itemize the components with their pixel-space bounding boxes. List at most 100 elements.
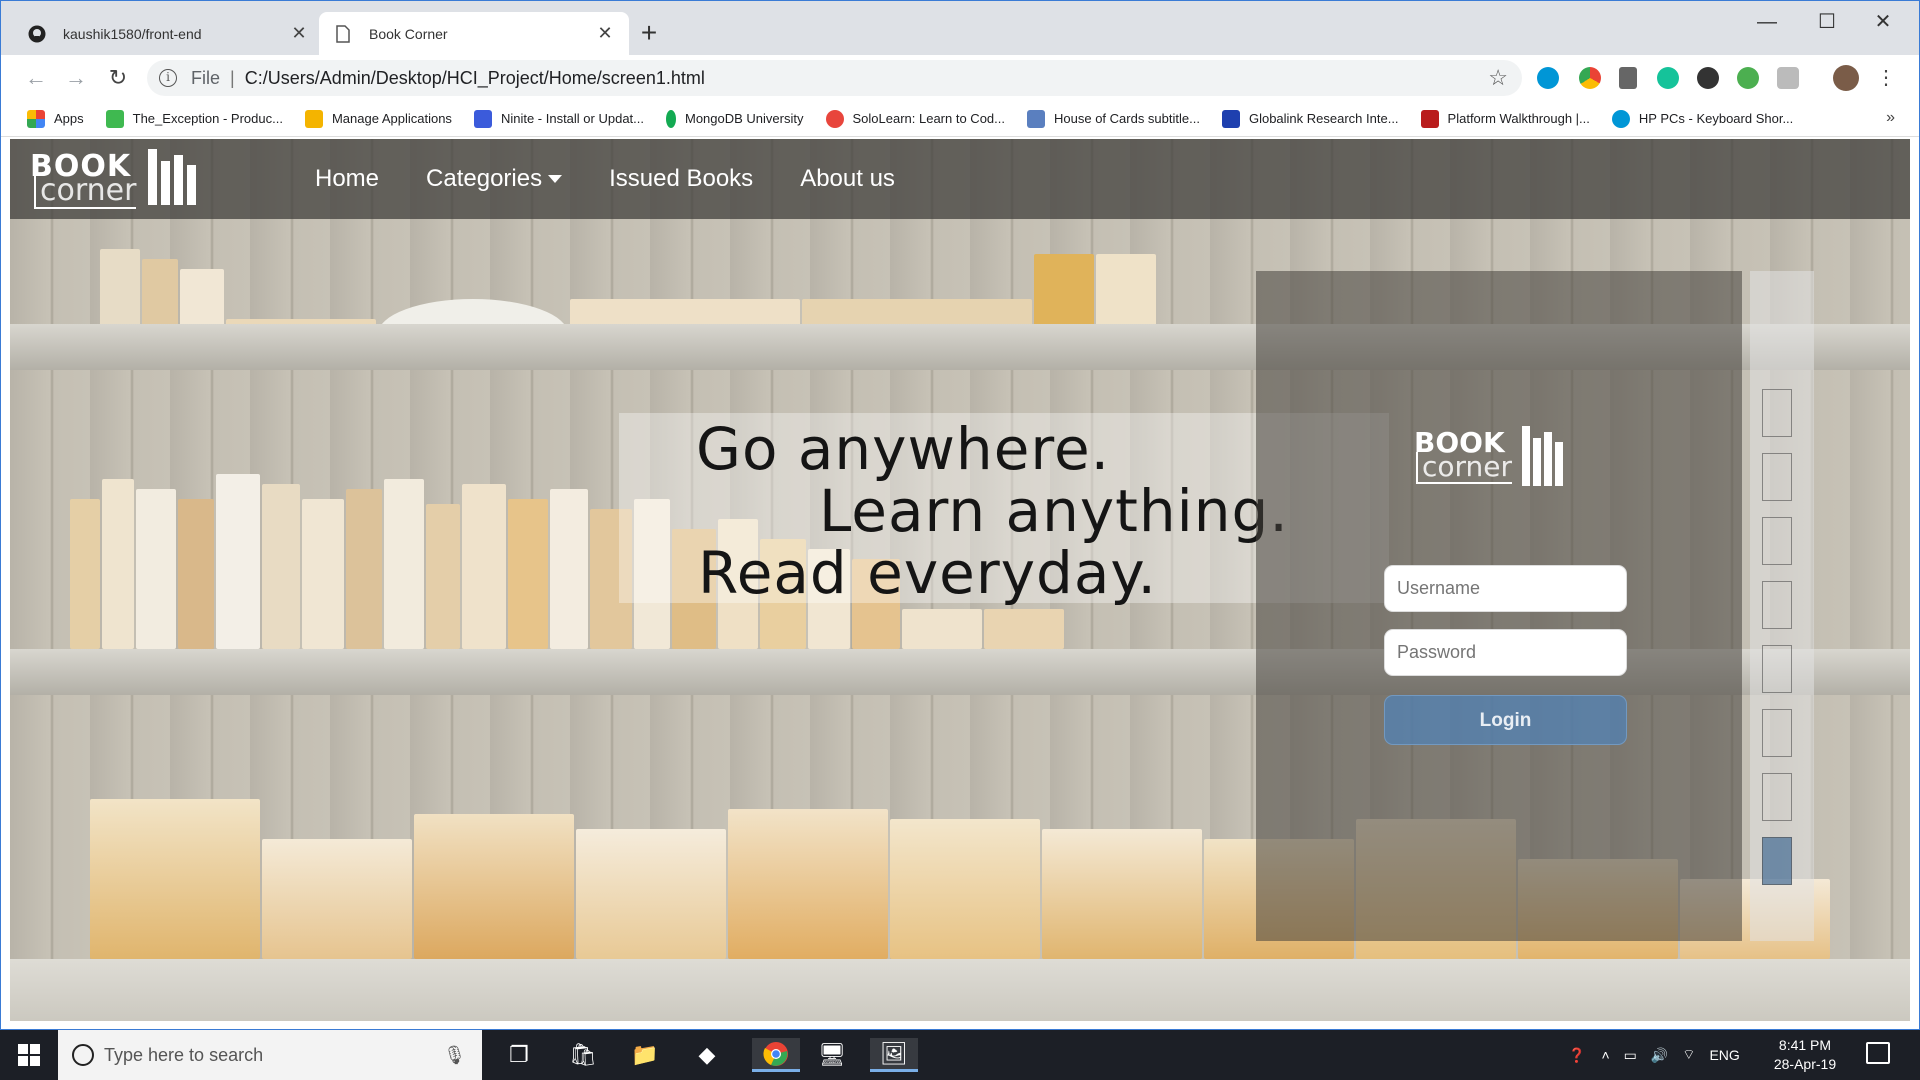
eyedropper-extension-icon[interactable] (1619, 67, 1637, 89)
maximize-button[interactable]: ☐ (1807, 7, 1847, 37)
store-icon[interactable]: 🛍 (566, 1038, 600, 1072)
bookmark-label: SoloLearn: Learn to Cod... (852, 111, 1006, 126)
chrome-extension-icon[interactable] (1579, 67, 1601, 89)
thumbnail-cell[interactable] (1762, 453, 1792, 501)
chrome-taskbar-icon[interactable] (752, 1038, 800, 1072)
dropbox-icon[interactable]: ◆ (690, 1038, 724, 1072)
back-arrow-icon[interactable]: ← (21, 63, 51, 93)
reload-icon[interactable]: ↻ (103, 63, 133, 93)
clock[interactable]: 8:41 PM 28-Apr-19 (1760, 1036, 1850, 1074)
shelf-bottom (10, 959, 1910, 1021)
tagline-line3: Read everyday. (698, 539, 1157, 607)
bookmarks-overflow-icon[interactable]: » (1886, 109, 1895, 127)
microphone-icon[interactable]: 🎙 (443, 1045, 466, 1066)
tab-close-icon[interactable]: ✕ (289, 23, 309, 44)
bookmark-label: HP PCs - Keyboard Shor... (1638, 111, 1794, 126)
tab-github[interactable]: kaushik1580/front-end ✕ (13, 12, 323, 55)
thumbnail-cell[interactable] (1762, 389, 1792, 437)
wifi-icon[interactable]: ⌔ (1682, 1046, 1695, 1064)
grammarly-extension-icon[interactable] (1657, 67, 1679, 89)
mongodb-leaf-icon (666, 109, 676, 128)
bookmark-item[interactable]: HP PCs - Keyboard Shor... (1611, 109, 1794, 128)
hp-extension-icon[interactable] (1537, 67, 1559, 89)
logo-line2: corner (1416, 452, 1513, 484)
new-tab-button[interactable]: + (634, 17, 664, 49)
bookmark-star-icon[interactable]: ☆ (1488, 65, 1508, 91)
clock-time: 8:41 PM (1778, 1037, 1832, 1053)
bookmark-icon (304, 109, 323, 128)
photos-icon[interactable]: 🖼 (870, 1038, 918, 1072)
thumbnail-cell-active[interactable] (1762, 837, 1792, 885)
thumbnail-cell[interactable] (1762, 773, 1792, 821)
bookmark-item[interactable]: Platform Walkthrough |... (1420, 109, 1590, 128)
bookmark-label: Globalink Research Inte... (1248, 111, 1399, 126)
book-corner-logo[interactable]: BOOK corner (30, 149, 205, 211)
hp-icon (1611, 109, 1630, 128)
forward-arrow-icon[interactable]: → (61, 63, 91, 93)
books-bars-icon (148, 149, 200, 205)
shield-extension-icon[interactable] (1777, 67, 1799, 89)
browser-window: kaushik1580/front-end ✕ Book Corner ✕ + … (0, 0, 1920, 1030)
address-bar[interactable]: i File | C:/Users/Admin/Desktop/HCI_Proj… (147, 60, 1522, 96)
info-icon[interactable]: i (159, 69, 177, 87)
side-thumbnail-strip (1750, 271, 1814, 941)
profile-avatar[interactable] (1833, 65, 1859, 91)
nav-issued-books[interactable]: Issued Books (609, 165, 753, 193)
taskbar: Type here to search 🎙 ❐ 🛍 📁 ◆ 🖥 🖼 ❓ ˄ ▭ … (0, 1030, 1920, 1080)
nav-about-us[interactable]: About us (800, 165, 895, 193)
remote-desktop-icon[interactable]: 🖥 (815, 1038, 849, 1072)
bookmark-item[interactable]: Manage Applications (304, 109, 452, 128)
bookmarks-bar: Apps The_Exception - Produc... Manage Ap… (1, 101, 1919, 137)
extension-icon[interactable] (1697, 67, 1719, 89)
windows-logo-icon (18, 1044, 40, 1066)
tab-strip: kaushik1580/front-end ✕ Book Corner ✕ + … (1, 1, 1919, 55)
bookmark-item[interactable]: House of Cards subtitle... (1027, 109, 1200, 128)
start-button[interactable] (0, 1030, 58, 1080)
language-indicator[interactable]: ENG (1709, 1047, 1739, 1063)
login-button[interactable]: Login (1384, 695, 1627, 745)
bookmark-label: Platform Walkthrough |... (1447, 111, 1590, 126)
bookmark-label: House of Cards subtitle... (1054, 111, 1200, 126)
tab-title: kaushik1580/front-end (63, 25, 202, 42)
bookmark-apps[interactable]: Apps (27, 109, 84, 128)
tagline-line2: Learn anything. (819, 477, 1289, 545)
battery-icon[interactable]: ▭ (1624, 1047, 1637, 1064)
bookmark-label: The_Exception - Produc... (132, 111, 283, 126)
minimize-button[interactable]: — (1747, 7, 1787, 37)
volume-icon[interactable]: 🔊 (1651, 1047, 1668, 1064)
bookmark-item[interactable]: SoloLearn: Learn to Cod... (825, 109, 1006, 128)
close-window-button[interactable]: ✕ (1863, 7, 1903, 37)
bookmark-item[interactable]: Ninite - Install or Updat... (473, 109, 644, 128)
nav-label: Issued Books (609, 165, 754, 192)
file-explorer-icon[interactable]: 📁 (628, 1038, 662, 1072)
thumbnail-cell[interactable] (1762, 581, 1792, 629)
check-extension-icon[interactable] (1737, 67, 1759, 89)
cortana-icon (72, 1044, 94, 1066)
chevron-up-icon[interactable]: ˄ (1601, 1047, 1609, 1063)
notifications-icon[interactable] (1866, 1042, 1890, 1064)
logo-line2: corner (34, 175, 137, 209)
tab-close-icon[interactable]: ✕ (595, 23, 615, 44)
bookmark-item[interactable]: MongoDB University (666, 109, 804, 128)
bookmark-item[interactable]: Globalink Research Inte... (1221, 109, 1399, 128)
thumbnail-cell[interactable] (1762, 645, 1792, 693)
subtitle-site-icon (1027, 109, 1045, 128)
menu-kebab-icon[interactable]: ⋮ (1871, 63, 1901, 93)
taskbar-search[interactable]: Type here to search 🎙 (58, 1030, 482, 1080)
nav-label: About us (800, 165, 895, 192)
thumbnail-cell[interactable] (1762, 517, 1792, 565)
bookmark-label: MongoDB University (685, 111, 804, 126)
password-input[interactable] (1384, 629, 1627, 676)
task-view-icon[interactable]: ❐ (502, 1038, 536, 1072)
bookmark-label: Manage Applications (331, 111, 452, 126)
username-input[interactable] (1384, 565, 1627, 612)
sololearn-icon (825, 109, 844, 128)
nav-categories[interactable]: Categories (426, 165, 563, 193)
tab-book-corner[interactable]: Book Corner ✕ (319, 12, 629, 55)
help-icon[interactable]: ❓ (1568, 1047, 1585, 1064)
thumbnail-cell[interactable] (1762, 709, 1792, 757)
platform-icon (1420, 109, 1439, 128)
bookmark-item[interactable]: The_Exception - Produc... (105, 109, 283, 128)
search-placeholder: Type here to search (104, 1044, 264, 1065)
nav-home[interactable]: Home (315, 165, 379, 193)
